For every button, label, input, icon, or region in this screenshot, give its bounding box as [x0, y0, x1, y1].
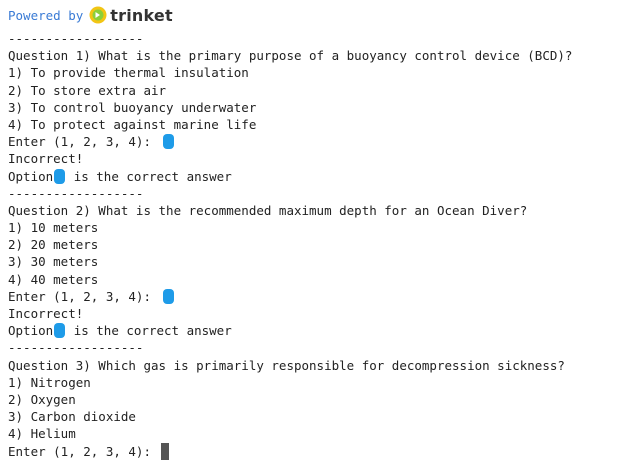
- q2-answer-prefix: Option: [8, 323, 54, 339]
- question-1-prompt: Question 1) What is the primary purpose …: [8, 48, 573, 64]
- q2-answer-line: Option is the correct answer: [8, 322, 618, 339]
- separator-line: ------------------: [8, 31, 144, 46]
- question-3-prompt: Question 3) Which gas is primarily respo…: [8, 357, 565, 373]
- q3-enter-line[interactable]: Enter (1, 2, 3, 4):: [8, 442, 618, 460]
- q2-option-4: 4) 40 meters: [8, 271, 99, 287]
- q1-result: Incorrect!: [8, 151, 84, 167]
- console-output[interactable]: ------------------ Question 1) What is t…: [0, 30, 626, 460]
- q2-option-1: 1) 10 meters: [8, 220, 99, 236]
- q2-option-2: 2) 20 meters: [8, 237, 99, 253]
- q2-option-3: 3) 30 meters: [8, 254, 99, 270]
- separator-line: ------------------: [8, 340, 144, 356]
- q1-answer-line: Option is the correct answer: [8, 168, 618, 185]
- q3-option-3: 3) Carbon dioxide: [8, 409, 136, 425]
- q1-option-4: 4) To protect against marine life: [8, 116, 257, 132]
- q1-redacted-answer-blob: [54, 168, 66, 184]
- trinket-console-window: Powered by trinket ------------------ Qu…: [0, 0, 626, 474]
- trinket-brand-name[interactable]: trinket: [110, 6, 173, 25]
- q3-option-4: 4) Helium: [8, 426, 76, 442]
- q1-enter-line: Enter (1, 2, 3, 4):: [8, 133, 618, 150]
- q2-enter-line: Enter (1, 2, 3, 4):: [8, 288, 618, 305]
- q1-option-3: 3) To control buoyancy underwater: [8, 99, 257, 115]
- q1-answer-suffix: is the correct answer: [73, 168, 232, 184]
- powered-by-text: Powered by: [8, 7, 84, 23]
- q1-answer-prefix: Option: [8, 168, 54, 184]
- separator-line: ------------------: [8, 185, 144, 201]
- question-2-prompt: Question 2) What is the recommended maxi…: [8, 202, 528, 218]
- trinket-header: Powered by trinket: [0, 0, 626, 30]
- q3-option-2: 2) Oxygen: [8, 391, 76, 407]
- q1-enter-prompt: Enter (1, 2, 3, 4):: [8, 134, 151, 150]
- q2-enter-prompt: Enter (1, 2, 3, 4):: [8, 288, 151, 304]
- q1-option-1: 1) To provide thermal insulation: [8, 65, 249, 81]
- q2-answer-suffix: is the correct answer: [73, 323, 232, 339]
- q2-redacted-input-blob: [162, 288, 174, 304]
- trinket-logo-icon[interactable]: [89, 6, 107, 24]
- q3-enter-prompt: Enter (1, 2, 3, 4):: [8, 443, 151, 459]
- q1-option-2: 2) To store extra air: [8, 82, 167, 98]
- q2-redacted-answer-blob: [54, 323, 66, 339]
- text-cursor[interactable]: [161, 442, 169, 460]
- q3-option-1: 1) Nitrogen: [8, 374, 91, 390]
- q2-result: Incorrect!: [8, 306, 84, 321]
- q1-redacted-input-blob: [162, 134, 174, 150]
